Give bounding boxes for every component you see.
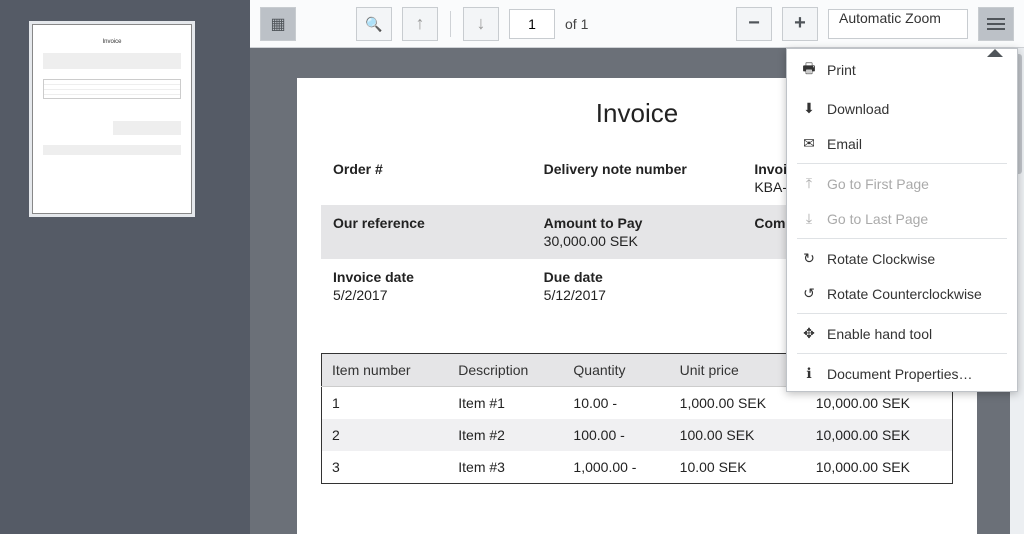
cell-total: 10,000.00 SEK <box>806 451 953 484</box>
info-icon: ℹ <box>801 365 817 382</box>
cell-desc: Item #2 <box>448 419 563 451</box>
separator <box>450 11 451 37</box>
page-number-input[interactable] <box>509 9 555 39</box>
menu-print[interactable]: 🖶 Print <box>787 49 1017 91</box>
menu-hand-tool[interactable]: ✥ Enable hand tool <box>787 316 1017 351</box>
menu-rotate-cw[interactable]: ↻ Rotate Clockwise <box>787 241 1017 276</box>
menu-first-page: ⤒ Go to First Page <box>787 166 1017 201</box>
menu-label: Enable hand tool <box>827 326 932 342</box>
cell-qty: 10.00 - <box>563 387 669 420</box>
prev-page-button[interactable] <box>402 7 438 41</box>
menu-download[interactable]: ⬇ Download <box>787 91 1017 126</box>
zoom-in-button[interactable] <box>782 7 818 41</box>
zoom-select[interactable]: Automatic Zoom <box>828 9 968 39</box>
menu-label: Go to First Page <box>827 176 929 192</box>
menu-label: Download <box>827 101 889 117</box>
value-invoice-date: 5/2/2017 <box>333 287 520 303</box>
value-amount-to-pay: 30,000.00 SEK <box>544 233 731 249</box>
menu-label: Email <box>827 136 862 152</box>
cell-desc: Item #1 <box>448 387 563 420</box>
menu-separator <box>797 313 1007 314</box>
cell-qty: 100.00 - <box>563 419 669 451</box>
tools-menu: 🖶 Print ⬇ Download ✉ Email ⤒ Go to First Pag… <box>786 48 1018 392</box>
menu-last-page: ⤓ Go to Last Page <box>787 201 1017 236</box>
menu-label: Rotate Clockwise <box>827 251 935 267</box>
arrow-up-icon <box>416 13 425 34</box>
page-count-label: of 1 <box>565 16 588 32</box>
hand-tool-icon: ✥ <box>801 325 817 342</box>
label-delivery-note: Delivery note number <box>544 161 731 177</box>
menu-separator <box>797 163 1007 164</box>
cell-unit: 100.00 SEK <box>670 419 806 451</box>
rotate-cw-icon: ↻ <box>801 250 817 267</box>
main-area: of 1 Automatic Zoom 🖶 Print ⬇ Download ✉ Em… <box>250 0 1024 534</box>
table-row: 3 Item #3 1,000.00 - 10.00 SEK 10,000.00… <box>322 451 953 484</box>
tools-menu-button[interactable] <box>978 7 1014 41</box>
arrow-down-icon <box>477 13 486 34</box>
label-due-date: Due date <box>544 269 731 285</box>
last-page-icon: ⤓ <box>801 210 817 227</box>
menu-label: Document Properties… <box>827 366 973 382</box>
menu-label: Go to Last Page <box>827 211 928 227</box>
plus-icon <box>794 12 806 35</box>
cell-total: 10,000.00 SEK <box>806 419 953 451</box>
menu-separator <box>797 353 1007 354</box>
value-due-date: 5/12/2017 <box>544 287 731 303</box>
menu-rotate-ccw[interactable]: ↺ Rotate Counterclockwise <box>787 276 1017 311</box>
cell-item-no: 2 <box>322 419 449 451</box>
cell-qty: 1,000.00 - <box>563 451 669 484</box>
col-description: Description <box>448 354 563 387</box>
menu-label: Rotate Counterclockwise <box>827 286 982 302</box>
cell-unit: 10.00 SEK <box>670 451 806 484</box>
find-button[interactable] <box>356 7 392 41</box>
menu-email[interactable]: ✉ Email <box>787 126 1017 161</box>
search-icon <box>365 13 382 34</box>
col-item-number: Item number <box>322 354 449 387</box>
cell-item-no: 1 <box>322 387 449 420</box>
email-icon: ✉ <box>801 135 817 152</box>
menu-doc-props[interactable]: ℹ Document Properties… <box>787 356 1017 391</box>
page-thumbnail[interactable]: Invoice <box>32 24 192 214</box>
next-page-button[interactable] <box>463 7 499 41</box>
label-invoice-date: Invoice date <box>333 269 520 285</box>
pdf-toolbar: of 1 Automatic Zoom <box>250 0 1024 48</box>
menu-separator <box>797 238 1007 239</box>
cell-desc: Item #3 <box>448 451 563 484</box>
print-icon: 🖶 <box>801 58 817 82</box>
download-icon: ⬇ <box>801 100 817 117</box>
label-order-no: Order # <box>333 161 520 177</box>
thumbnail-sidebar: Invoice <box>0 0 250 534</box>
toggle-sidebar-button[interactable] <box>260 7 296 41</box>
grid-icon <box>270 13 285 34</box>
table-row: 2 Item #2 100.00 - 100.00 SEK 10,000.00 … <box>322 419 953 451</box>
label-amount-to-pay: Amount to Pay <box>544 215 731 231</box>
minus-icon <box>748 12 760 35</box>
menu-label: Print <box>827 62 856 78</box>
first-page-icon: ⤒ <box>801 175 817 192</box>
zoom-out-button[interactable] <box>736 7 772 41</box>
hamburger-icon <box>987 18 1005 30</box>
cell-item-no: 3 <box>322 451 449 484</box>
col-quantity: Quantity <box>563 354 669 387</box>
rotate-ccw-icon: ↺ <box>801 285 817 302</box>
label-our-reference: Our reference <box>333 215 520 231</box>
